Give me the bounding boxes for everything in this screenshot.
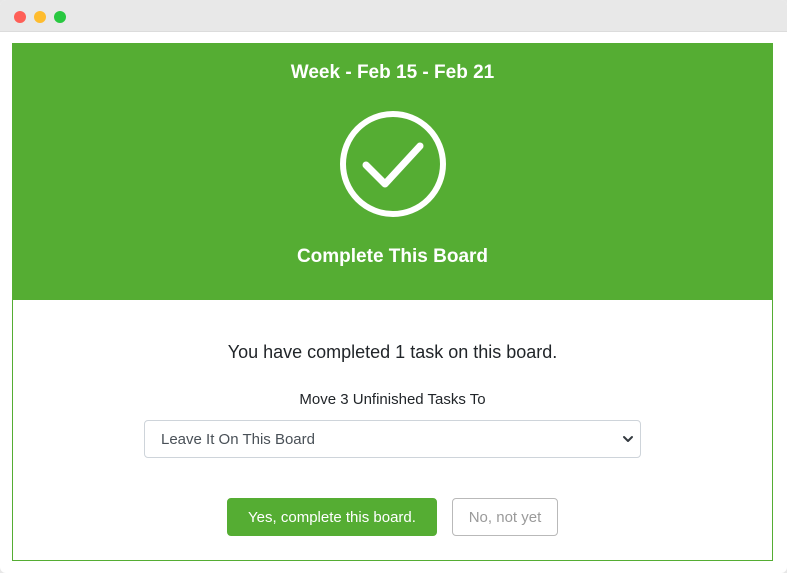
complete-board-title: Complete This Board — [296, 246, 489, 267]
modal-header: Week - Feb 15 - Feb 21 Complete This Boa… — [13, 44, 772, 300]
app-window: Week - Feb 15 - Feb 21 Complete This Boa… — [0, 0, 787, 573]
completed-tasks-message: You have completed 1 task on this board. — [227, 342, 558, 362]
move-tasks-label: Move 3 Unfinished Tasks To — [299, 391, 486, 408]
minimize-window-button[interactable] — [34, 11, 46, 23]
check-circle-icon — [340, 111, 446, 217]
chevron-down-icon — [623, 436, 633, 442]
move-tasks-select-value: Leave It On This Board — [161, 431, 315, 448]
cancel-complete-button[interactable]: No, not yet — [452, 498, 558, 536]
move-tasks-select[interactable]: Leave It On This Board — [144, 420, 641, 458]
week-title: Week - Feb 15 - Feb 21 — [290, 62, 495, 83]
window-titlebar — [0, 0, 787, 32]
complete-board-modal: Week - Feb 15 - Feb 21 Complete This Boa… — [12, 43, 773, 561]
maximize-window-button[interactable] — [54, 11, 66, 23]
close-window-button[interactable] — [14, 11, 26, 23]
confirm-complete-button[interactable]: Yes, complete this board. — [227, 498, 437, 536]
